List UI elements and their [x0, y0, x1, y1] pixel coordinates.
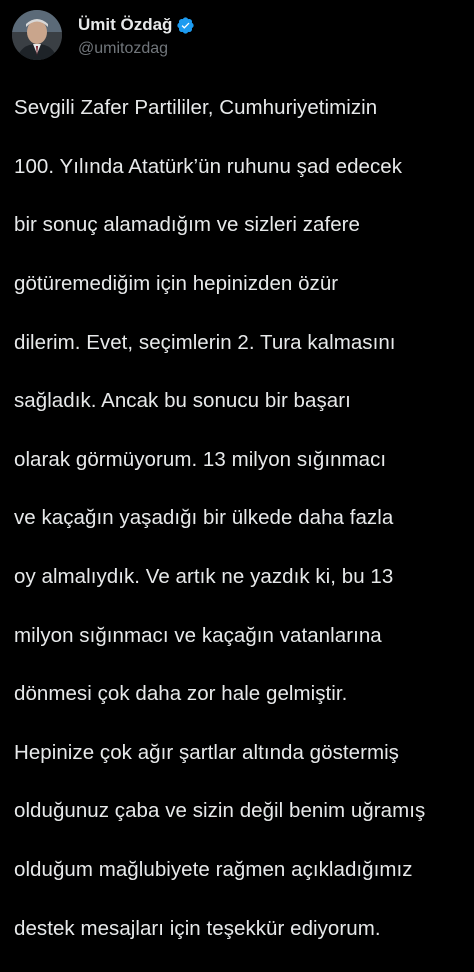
verified-badge-icon [176, 16, 195, 35]
tweet-line: destek mesajları için teşekkür ediyorum. [14, 916, 381, 940]
tweet-line: götüremediğim için hepinizden özür [14, 272, 339, 296]
tweet-line: olduğunuz çaba ve sizin değil benim uğra… [14, 799, 426, 823]
tweet-line: dilerim. Evet, seçimlerin 2. Tura kalmas… [14, 330, 396, 354]
tweet-line: Hepinize çok ağır şartlar altında göster… [14, 740, 399, 764]
tweet-line: olarak görmüyorum. 13 milyon sığınmacı [14, 447, 387, 471]
tweet-line: bir sonuç alamadığım ve sizleri zafere [14, 213, 360, 237]
tweet-line: milyon sığınmacı ve kaçağın vatanlarına [14, 623, 382, 647]
author-names: Ümit Özdağ @umitozdag [78, 14, 195, 60]
avatar[interactable] [12, 10, 62, 60]
handle[interactable]: @umitozdag [78, 38, 195, 60]
profile-photo [12, 10, 62, 60]
tweet-line: ve kaçağın yaşadığı bir ülkede daha fazl… [14, 506, 394, 530]
tweet-line: dönmesi çok daha zor hale gelmiştir. [14, 682, 348, 706]
tweet-header: Ümit Özdağ @umitozdag [12, 10, 462, 62]
tweet-text: Sevgili Zafer Partililer, Cumhuriyetimiz… [14, 64, 466, 972]
display-name[interactable]: Ümit Özdağ [78, 14, 172, 36]
tweet-line: 100. Yılında Atatürk’ün ruhunu şad edece… [14, 154, 403, 178]
tweet-line: Sevgili Zafer Partililer, Cumhuriyetimiz… [14, 96, 378, 120]
name-row: Ümit Özdağ [78, 14, 195, 36]
tweet-line: oy almalıydık. Ve artık ne yazdık ki, bu… [14, 565, 394, 589]
tweet-line: sağladık. Ancak bu sonucu bir başarı [14, 389, 351, 413]
tweet-line: olduğum mağlubiyete rağmen açıkladığımız [14, 858, 413, 882]
